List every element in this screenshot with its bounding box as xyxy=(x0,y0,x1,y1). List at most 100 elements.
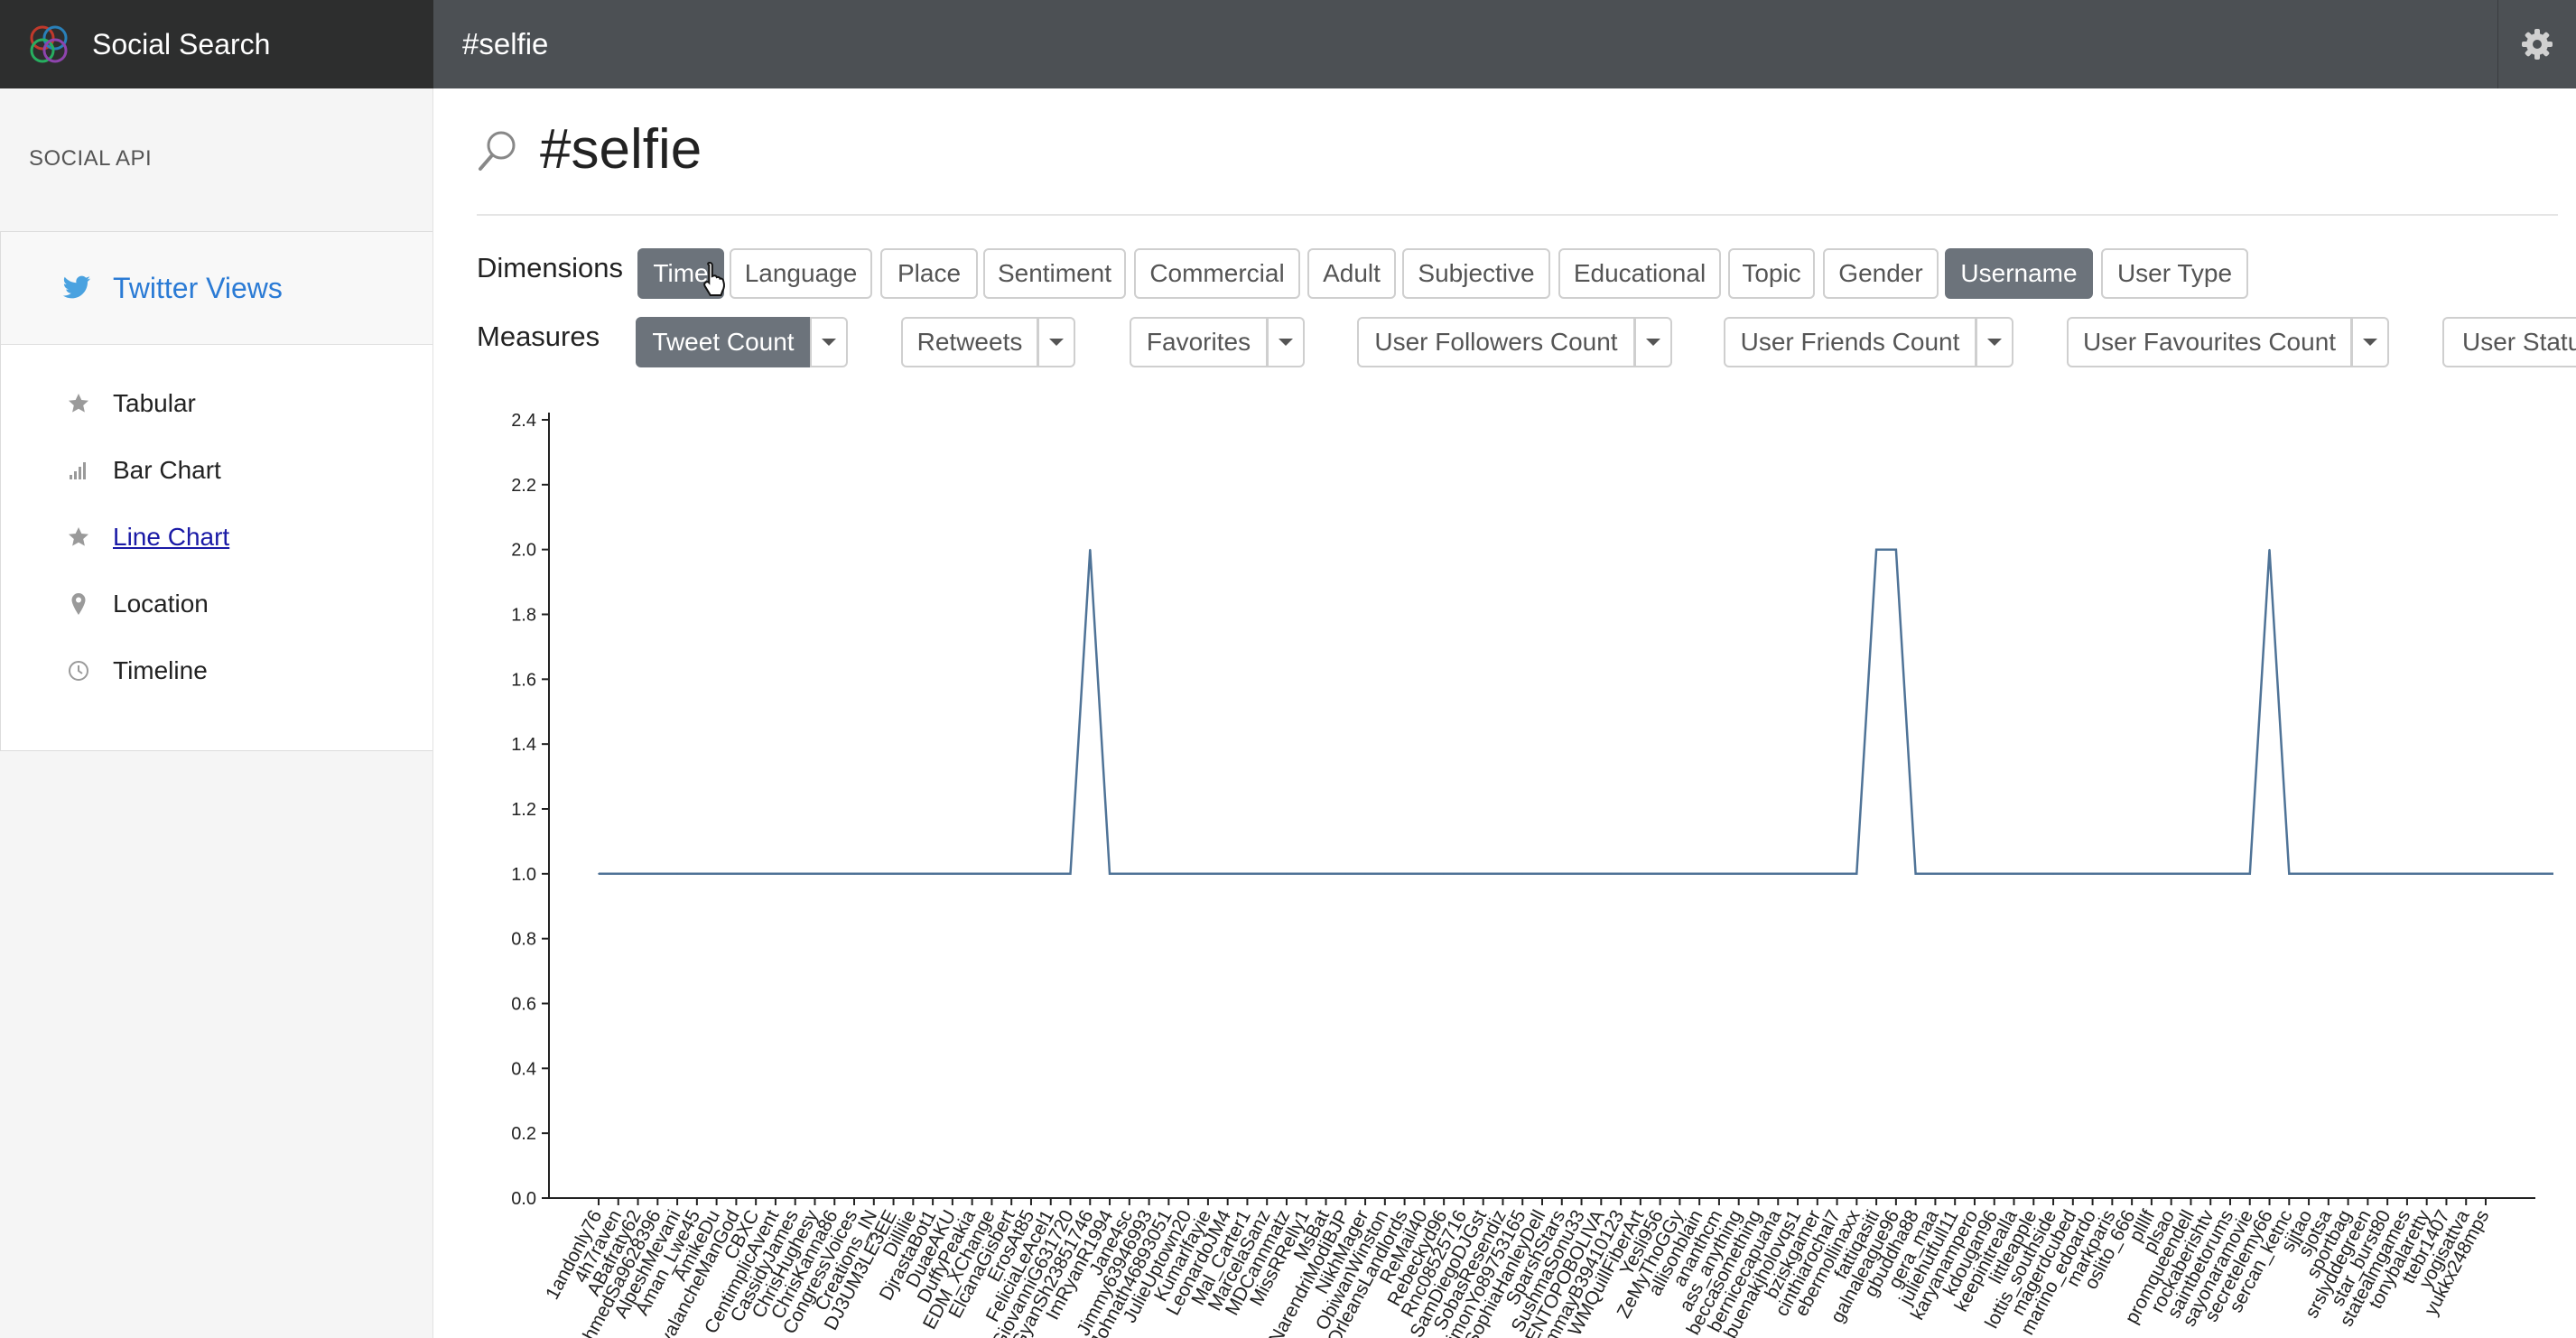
data-point xyxy=(2543,873,2546,875)
sidebar-item-tabular[interactable]: Tabular xyxy=(1,376,432,431)
star-icon xyxy=(66,391,91,416)
y-tick-label: 1.2 xyxy=(511,800,536,820)
data-point xyxy=(1463,873,1465,875)
data-point xyxy=(1403,873,1406,875)
data-point xyxy=(2072,873,2074,875)
y-tick-label: 2.2 xyxy=(511,476,536,496)
measure-user-friends-count[interactable]: User Friends Count xyxy=(1724,317,1976,367)
data-point xyxy=(833,873,836,875)
measure-favorites[interactable]: Favorites xyxy=(1130,317,1268,367)
data-point xyxy=(735,873,738,875)
data-point xyxy=(1030,873,1032,875)
data-point xyxy=(1974,873,1976,875)
data-point xyxy=(932,873,934,875)
settings-button[interactable] xyxy=(2497,0,2576,88)
sidebar-item-timeline[interactable]: Timeline xyxy=(1,644,432,698)
data-point xyxy=(1698,873,1700,875)
data-point xyxy=(2209,873,2212,875)
y-tick-label: 1.0 xyxy=(511,865,536,885)
data-point xyxy=(2308,873,2310,875)
data-point xyxy=(1246,873,1249,875)
data-point xyxy=(2347,873,2349,875)
measure-tweet-count-dropdown[interactable] xyxy=(810,317,848,367)
sidebar-item-bar-chart[interactable]: Bar Chart xyxy=(1,443,432,497)
sidebar: SOCIAL API Twitter Views Tabular Bar Cha… xyxy=(0,88,433,1338)
search-icon xyxy=(479,131,516,171)
y-tick-label: 1.8 xyxy=(511,606,536,626)
dimension-language[interactable]: Language xyxy=(730,248,872,299)
sidebar-item-line-chart[interactable]: Line Chart xyxy=(1,510,432,564)
measure-retweets-dropdown[interactable] xyxy=(1037,317,1075,367)
data-point xyxy=(656,873,659,875)
data-point xyxy=(2465,873,2468,875)
brand-name[interactable]: Social Search xyxy=(92,28,270,61)
data-point xyxy=(2485,873,2487,875)
twitter-views-label: Twitter Views xyxy=(113,271,283,304)
social-search-logo[interactable] xyxy=(25,21,72,68)
y-tick-label: 2.4 xyxy=(511,411,536,431)
data-point xyxy=(2032,873,2035,875)
y-tick-label: 1.6 xyxy=(511,670,536,690)
data-point xyxy=(1305,873,1307,875)
dimension-user-type[interactable]: User Type xyxy=(2101,248,2248,299)
data-point xyxy=(1541,873,1543,875)
data-point xyxy=(1679,873,1681,875)
data-point xyxy=(1737,873,1740,875)
data-point xyxy=(2170,873,2172,875)
data-point xyxy=(1521,873,1524,875)
signal-bars-icon xyxy=(66,458,91,483)
hand-cursor-icon xyxy=(703,261,725,296)
data-point xyxy=(1620,873,1622,875)
measure-user-favourites-count[interactable]: User Favourites Count xyxy=(2067,317,2352,367)
data-point xyxy=(892,873,895,875)
data-point xyxy=(1875,548,1877,551)
y-tick-label: 0.4 xyxy=(511,1059,536,1079)
data-point xyxy=(853,873,855,875)
dimension-topic[interactable]: Topic xyxy=(1728,248,1815,299)
data-point xyxy=(2268,548,2271,551)
data-point xyxy=(990,873,993,875)
data-point xyxy=(2052,873,2054,875)
measure-tweet-count[interactable]: Tweet Count xyxy=(636,317,811,367)
measure-favorites-dropdown[interactable] xyxy=(1267,317,1305,367)
measure-retweets[interactable]: Retweets xyxy=(901,317,1038,367)
measure-user-friends-count-dropdown[interactable] xyxy=(1976,317,2013,367)
dimension-place[interactable]: Place xyxy=(880,248,978,299)
measure-user-followers-count[interactable]: User Followers Count xyxy=(1357,317,1635,367)
star-icon xyxy=(66,525,91,550)
data-point xyxy=(2367,873,2369,875)
data-point xyxy=(1482,873,1484,875)
data-point xyxy=(2445,873,2448,875)
dimension-adult[interactable]: Adult xyxy=(1307,248,1396,299)
sidebar-item-location[interactable]: Location xyxy=(1,577,432,631)
data-point xyxy=(814,873,816,875)
data-point xyxy=(1580,873,1583,875)
measure-user-favourites-count-dropdown[interactable] xyxy=(2351,317,2389,367)
data-point xyxy=(1129,873,1130,875)
data-point xyxy=(1640,873,1641,875)
dimension-sentiment[interactable]: Sentiment xyxy=(983,248,1126,299)
data-point xyxy=(1502,873,1504,875)
data-point xyxy=(1187,873,1189,875)
dimension-commercial[interactable]: Commercial xyxy=(1134,248,1300,299)
dimension-educational[interactable]: Educational xyxy=(1558,248,1721,299)
data-point xyxy=(2111,873,2114,875)
data-point xyxy=(1855,873,1858,875)
dimension-subjective[interactable]: Subjective xyxy=(1402,248,1550,299)
measure-user-followers-count-dropdown[interactable] xyxy=(1634,317,1672,367)
twitter-views-link[interactable]: Twitter Views xyxy=(1,232,432,345)
measure-user-statuses-count[interactable]: User Statu xyxy=(2442,317,2576,367)
data-point xyxy=(872,873,875,875)
gear-icon xyxy=(2522,29,2553,60)
data-point xyxy=(1777,873,1780,875)
map-pin-icon xyxy=(66,591,91,617)
data-point xyxy=(775,873,777,875)
dimension-gender[interactable]: Gender xyxy=(1823,248,1939,299)
dimension-username[interactable]: Username xyxy=(1945,248,2093,299)
y-tick-label: 2.0 xyxy=(511,541,536,561)
data-point xyxy=(1148,873,1150,875)
data-point xyxy=(1718,873,1720,875)
data-point xyxy=(912,873,915,875)
data-point xyxy=(1226,873,1229,875)
data-point xyxy=(2091,873,2094,875)
